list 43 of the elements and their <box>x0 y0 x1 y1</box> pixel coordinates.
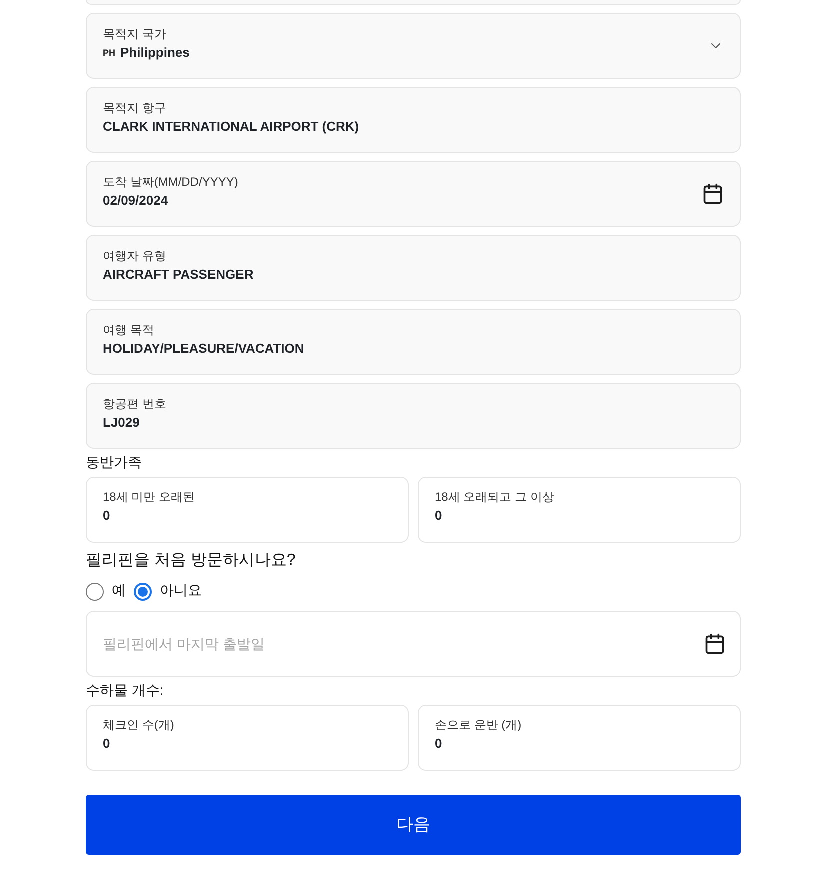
field-value: AIRCRAFT PASSENGER <box>103 266 254 284</box>
field-label: 손으로 운반 (개) <box>435 717 522 733</box>
field-label: 항공편 번호 <box>103 396 166 412</box>
field-value: 0 <box>435 735 442 753</box>
text-field[interactable]: 여행자 유형 AIRCRAFT PASSENGER <box>86 235 741 301</box>
select-field[interactable]: 목적지 국가 PH Philippines <box>86 13 741 79</box>
section-title: 수하물 개수: <box>86 681 164 700</box>
country-code: PH <box>103 47 116 59</box>
calendar-icon <box>702 183 724 205</box>
number-field[interactable]: 체크인 수(개) 0 <box>86 705 409 771</box>
radio-button[interactable] <box>134 583 152 601</box>
field-value: LJ029 <box>103 414 140 432</box>
field-value: CLARK INTERNATIONAL AIRPORT (CRK) <box>103 118 360 136</box>
radio-label[interactable]: 아니요 <box>160 580 202 600</box>
calendar-icon <box>704 633 726 655</box>
field-value: 0 <box>103 735 110 753</box>
radio-button[interactable] <box>86 583 104 601</box>
field-label: 목적지 국가 <box>103 26 166 42</box>
field-value: HOLIDAY/PLEASURE/VACATION <box>103 340 304 358</box>
radio-label[interactable]: 예 <box>112 580 126 600</box>
field-label: 여행자 유형 <box>103 248 166 264</box>
field-label: 18세 미만 오래된 <box>103 489 196 505</box>
field-label: 18세 오래되고 그 이상 <box>435 489 554 505</box>
field-value: 0 <box>103 507 110 525</box>
text-field[interactable]: 여행 목적 HOLIDAY/PLEASURE/VACATION <box>86 309 741 375</box>
field-label: 체크인 수(개) <box>103 717 174 733</box>
number-field[interactable]: 18세 오래되고 그 이상 0 <box>418 477 741 543</box>
date-field[interactable]: 도착 날짜(MM/DD/YYYY) 02/09/2024 <box>86 161 741 227</box>
field-value: 02/09/2024 <box>103 192 168 210</box>
field-value: 0 <box>435 507 442 525</box>
input-field[interactable] <box>86 0 741 5</box>
field-label: 도착 날짜(MM/DD/YYYY) <box>103 174 238 190</box>
field-label: 목적지 항구 <box>103 100 166 116</box>
question-text: 필리핀을 처음 방문하시나요? <box>86 551 296 571</box>
text-field[interactable]: 목적지 항구 CLARK INTERNATIONAL AIRPORT (CRK) <box>86 87 741 153</box>
section-title: 동반가족 <box>86 453 142 472</box>
number-field[interactable]: 18세 미만 오래된 0 <box>86 477 409 543</box>
field-label: 여행 목적 <box>103 322 154 338</box>
field-value: Philippines <box>120 44 190 62</box>
date-field[interactable]: 필리핀에서 마지막 출발일 <box>86 611 741 677</box>
text-field[interactable]: 항공편 번호 LJ029 <box>86 383 741 449</box>
next-button[interactable]: 다음 <box>86 795 741 855</box>
number-field[interactable]: 손으로 운반 (개) 0 <box>418 705 741 771</box>
